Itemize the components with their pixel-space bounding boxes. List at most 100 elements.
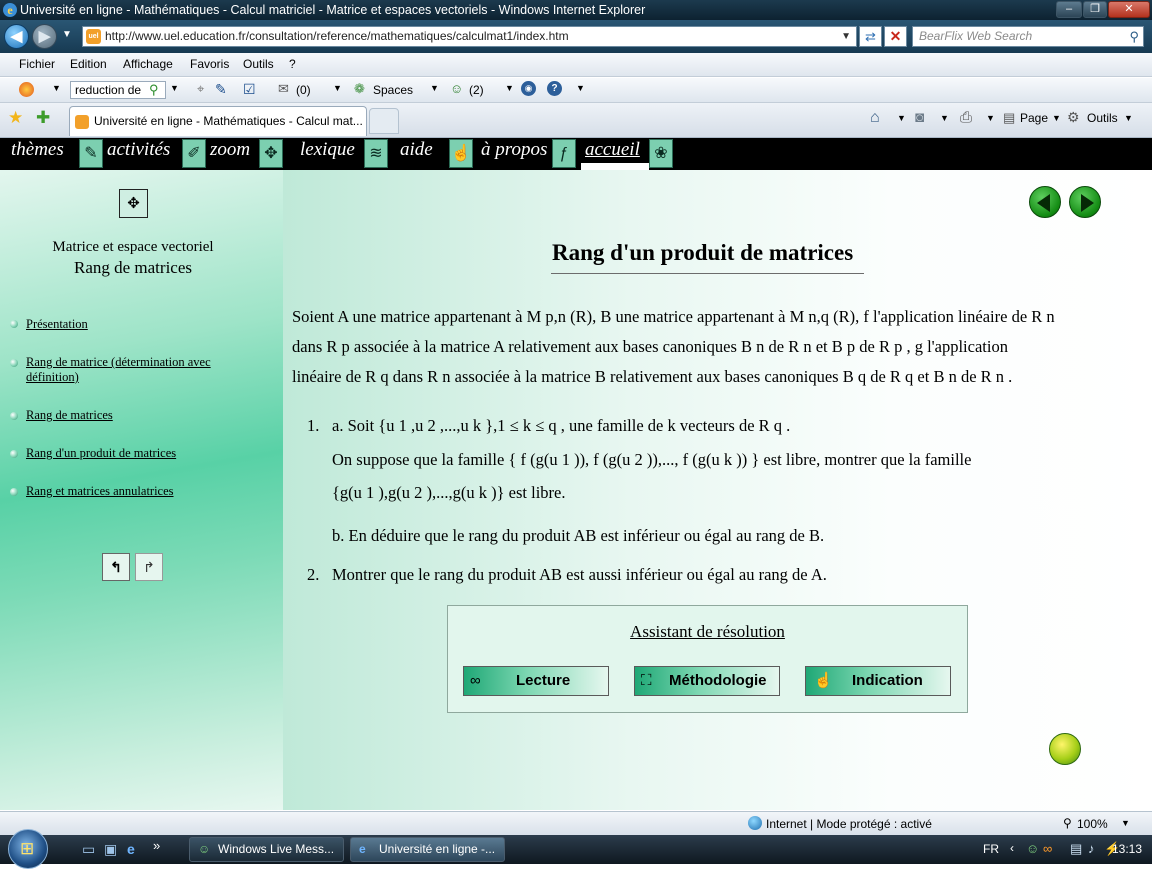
help-dropdown-icon[interactable]: ▼ <box>576 83 585 93</box>
home-dropdown-icon[interactable]: ▼ <box>897 113 906 123</box>
contacts-icon[interactable]: ☺ <box>450 81 463 96</box>
back-button[interactable]: ◀ <box>4 24 29 49</box>
spaces-icon[interactable]: ❁ <box>354 81 365 97</box>
sidebar-link-rang-determination-2[interactable]: définition) <box>26 370 79 385</box>
sidebar-title: Rang de matrices <box>73 258 192 277</box>
nav-themes[interactable]: thèmes <box>11 138 64 162</box>
add-favorite-icon[interactable]: ✚ <box>36 108 50 128</box>
feeds-icon[interactable]: ◙ <box>915 109 924 126</box>
address-bar[interactable]: uel http://www.uel.education.fr/consulta… <box>82 26 857 47</box>
toolbar-search-dropdown-icon[interactable]: ▼ <box>170 83 179 93</box>
themes-icon[interactable]: ✎ <box>79 139 103 168</box>
menu-edition[interactable]: Edition <box>70 57 107 71</box>
activities-icon[interactable]: ✐ <box>182 139 206 168</box>
messenger-icon[interactable]: ◉ <box>521 81 536 96</box>
close-window-button[interactable]: ✕ <box>1108 1 1150 18</box>
stop-icon[interactable]: ✕ <box>884 26 907 47</box>
lightbulb-icon[interactable] <box>1049 733 1081 765</box>
sidebar-link-matrices-annulatrices[interactable]: Rang et matrices annulatrices <box>26 484 174 499</box>
lecture-button[interactable]: ∞ Lecture <box>463 666 609 696</box>
menu-favoris[interactable]: Favoris <box>190 57 229 71</box>
sidebar-link-rang-produit[interactable]: Rang d'un produit de matrices <box>26 446 176 461</box>
msn-dropdown-icon[interactable]: ▼ <box>52 83 61 93</box>
tools-menu[interactable]: Outils <box>1087 111 1118 125</box>
taskbar-item-ie[interactable]: e Université en ligne -... <box>350 837 505 862</box>
nav-aide[interactable]: aide <box>400 138 433 162</box>
tray-expand-icon[interactable]: ‹ <box>1010 841 1014 855</box>
nav-accueil[interactable]: accueil <box>585 138 640 162</box>
menu-outils[interactable]: Outils <box>243 57 274 71</box>
history-dropdown-icon[interactable]: ▼ <box>62 29 72 40</box>
start-button[interactable]: ⊞ <box>8 829 48 869</box>
zoom-dropdown-icon[interactable]: ▼ <box>1121 818 1130 828</box>
security-zone[interactable]: Internet | Mode protégé : activé <box>766 817 932 831</box>
language-indicator[interactable]: FR <box>983 842 999 856</box>
favorites-star-icon[interactable]: ★ <box>8 108 23 128</box>
previous-page-icon[interactable]: ↰ <box>102 553 130 581</box>
search-icon[interactable]: ⚲ <box>1129 27 1139 46</box>
toolbar-search-icon[interactable]: ⚲ <box>149 82 159 98</box>
zoom-icon[interactable]: ✥ <box>259 139 283 168</box>
taskbar-item-messenger-label: Windows Live Mess... <box>218 842 335 856</box>
page-dropdown-icon[interactable]: ▼ <box>1052 113 1061 123</box>
next-arrow-icon[interactable] <box>1069 186 1101 218</box>
sidebar-link-rang-determination[interactable]: Rang de matrice (détermination avec <box>26 355 211 370</box>
accueil-icon[interactable]: ❀ <box>649 139 673 168</box>
forward-button[interactable]: ▶ <box>32 24 57 49</box>
search-input[interactable]: BearFlix Web Search ⚲ <box>912 26 1144 47</box>
address-dropdown-icon[interactable]: ▼ <box>841 27 851 46</box>
assistant-title[interactable]: Assistant de résolution <box>448 622 967 642</box>
sidebar-link-rang-matrices[interactable]: Rang de matrices <box>26 408 113 423</box>
tab-active[interactable]: Université en ligne - Mathématiques - Ca… <box>69 106 367 136</box>
lexique-icon[interactable]: ≋ <box>364 139 388 168</box>
feeds-dropdown-icon[interactable]: ▼ <box>940 113 949 123</box>
question-1a-line-3: {g(u 1 ),g(u 2 ),...,g(u k )} est libre. <box>332 483 566 502</box>
menu-affichage[interactable]: Affichage <box>123 57 173 71</box>
tools-gear-icon[interactable]: ⚙ <box>1067 109 1080 126</box>
nav-apropos[interactable]: à propos <box>481 138 547 162</box>
aide-icon[interactable]: ☝ <box>449 139 473 168</box>
spaces-label[interactable]: Spaces <box>373 83 413 97</box>
menu-bar: Fichier Edition Affichage Favoris Outils… <box>0 53 1152 77</box>
contacts-count[interactable]: (2) <box>469 83 484 97</box>
taskbar-item-messenger[interactable]: ☺ Windows Live Mess... <box>189 837 344 862</box>
print-dropdown-icon[interactable]: ▼ <box>986 113 995 123</box>
indication-button[interactable]: ☝ Indication <box>805 666 951 696</box>
mail-icon[interactable]: ✉ <box>278 81 289 97</box>
edit-box-icon[interactable]: ☑ <box>243 81 256 98</box>
refresh-icon[interactable]: ⇄ <box>859 26 882 47</box>
page-menu[interactable]: Page <box>1020 111 1048 125</box>
switch-windows-icon[interactable]: ▣ <box>104 841 117 858</box>
menu-help[interactable]: ? <box>289 57 296 71</box>
nav-activites[interactable]: activités <box>107 138 170 162</box>
nav-zoom[interactable]: zoom <box>210 138 250 162</box>
new-tab-button[interactable] <box>369 108 399 134</box>
mail-dropdown-icon[interactable]: ▼ <box>333 83 342 93</box>
contacts-dropdown-icon[interactable]: ▼ <box>505 83 514 93</box>
pen-icon[interactable]: ✎ <box>215 81 227 98</box>
maximize-button[interactable]: ❐ <box>1083 1 1107 18</box>
msn-logo-icon[interactable] <box>19 82 34 97</box>
nav-lexique[interactable]: lexique <box>300 138 355 162</box>
home-icon[interactable]: ⌂ <box>870 109 880 127</box>
apropos-icon[interactable]: ƒ <box>552 139 576 168</box>
minimize-button[interactable]: – <box>1056 1 1082 18</box>
mail-count[interactable]: (0) <box>296 83 311 97</box>
methodologie-button[interactable]: ⛶ Méthodologie <box>634 666 780 696</box>
quicklaunch-ie-icon[interactable]: e <box>127 841 135 857</box>
previous-arrow-icon[interactable] <box>1029 186 1061 218</box>
menu-fichier[interactable]: Fichier <box>19 57 55 71</box>
sidebar-link-presentation[interactable]: Présentation <box>26 317 88 332</box>
tools-dropdown-icon[interactable]: ▼ <box>1124 113 1133 123</box>
spaces-dropdown-icon[interactable]: ▼ <box>430 83 439 93</box>
quicklaunch-more-icon[interactable]: » <box>153 838 160 853</box>
page-icon[interactable]: ▤ <box>1003 110 1015 126</box>
help-icon[interactable]: ? <box>547 81 562 96</box>
highlight-icon[interactable]: ⌖ <box>197 81 204 97</box>
windows-logo-icon: ⊞ <box>20 839 35 858</box>
show-desktop-icon[interactable]: ▭ <box>82 841 95 858</box>
print-icon[interactable]: ⎙ <box>960 109 972 126</box>
next-page-icon[interactable]: ↱ <box>135 553 163 581</box>
indication-label: Indication <box>852 672 923 689</box>
zoom-level[interactable]: 100% <box>1077 817 1108 831</box>
